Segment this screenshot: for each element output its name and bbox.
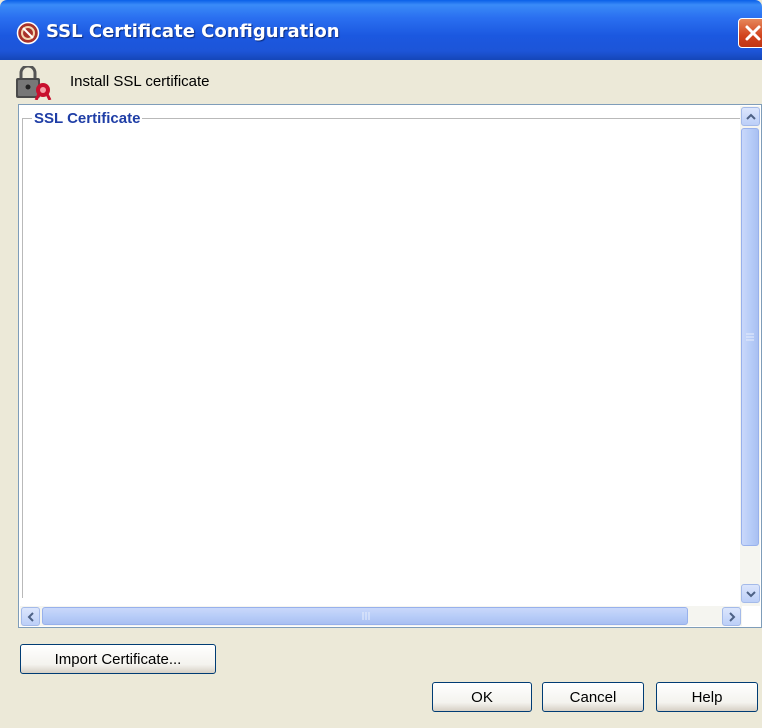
close-button[interactable] xyxy=(738,18,762,48)
ssl-certificate-dialog: SSL Certificate Configuration Install SS… xyxy=(0,0,762,728)
chevron-up-icon xyxy=(746,113,756,120)
chevron-left-icon xyxy=(27,612,34,622)
scroll-right-button[interactable] xyxy=(722,607,741,626)
ssl-certificate-groupbox xyxy=(22,118,740,598)
grip-icon xyxy=(362,612,370,620)
chevron-down-icon xyxy=(746,591,756,598)
grip-icon xyxy=(746,333,754,341)
lock-certificate-icon xyxy=(16,66,52,100)
scroll-up-button[interactable] xyxy=(741,107,760,126)
scroll-left-button[interactable] xyxy=(21,607,40,626)
header-label: Install SSL certificate xyxy=(70,73,210,90)
scroll-down-button[interactable] xyxy=(741,584,760,603)
close-icon xyxy=(745,25,761,41)
help-button[interactable]: Help xyxy=(656,682,758,712)
title-bar[interactable]: SSL Certificate Configuration xyxy=(0,0,762,60)
app-icon xyxy=(16,21,40,45)
chevron-right-icon xyxy=(729,612,736,622)
group-title: SSL Certificate xyxy=(32,110,143,127)
cancel-button[interactable]: Cancel xyxy=(542,682,644,712)
window-title: SSL Certificate Configuration xyxy=(46,21,340,42)
import-certificate-button[interactable]: Import Certificate... xyxy=(20,644,216,674)
ok-button[interactable]: OK xyxy=(432,682,532,712)
